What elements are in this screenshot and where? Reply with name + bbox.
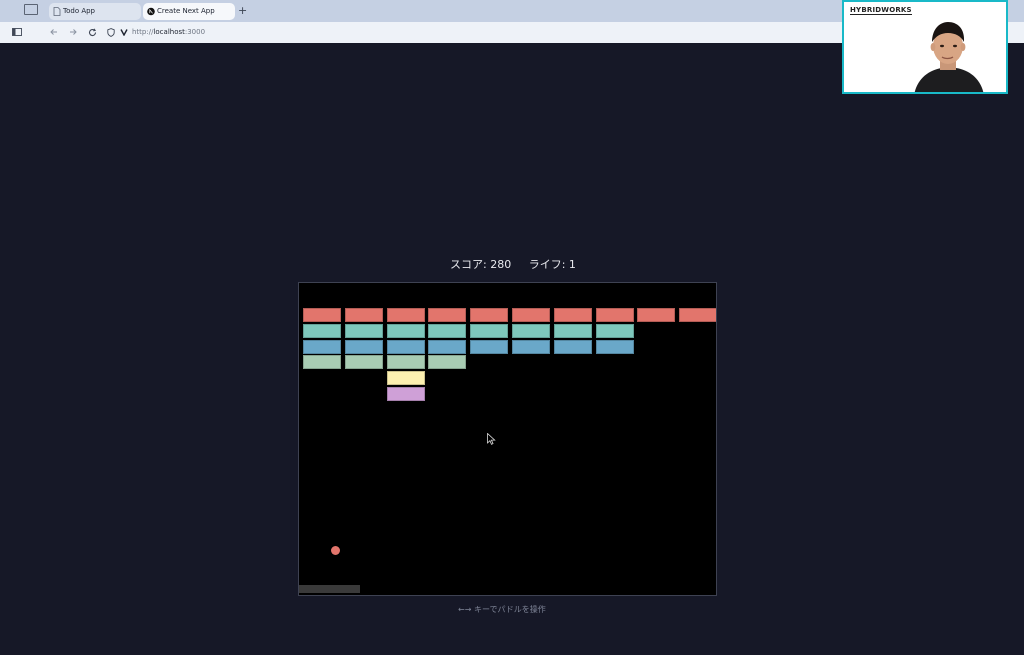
- brick: [344, 308, 383, 322]
- address-bar[interactable]: http://localhost:3000: [132, 26, 205, 38]
- url-host: localhost: [153, 28, 185, 36]
- tab-label: Todo App: [63, 7, 95, 15]
- url-port: :3000: [184, 28, 206, 36]
- webcam-overlay: HYBRIDWORKS: [842, 0, 1008, 94]
- brick: [303, 355, 341, 370]
- brick: [595, 323, 634, 338]
- tab-create-next-app[interactable]: Create Next App: [143, 3, 235, 20]
- vivaldi-icon: [120, 29, 128, 36]
- brick: [553, 308, 592, 322]
- brick: [595, 339, 634, 354]
- game-canvas[interactable]: [298, 282, 717, 596]
- brick: [595, 308, 634, 322]
- controls-hint: ←→ キーでパドルを操作: [458, 605, 546, 614]
- forward-arrow-icon[interactable]: [69, 28, 77, 36]
- reload-icon[interactable]: [88, 28, 97, 37]
- lives-text: ライフ: 1: [528, 258, 576, 271]
- tab-label: Create Next App: [157, 7, 215, 15]
- brick: [637, 308, 676, 322]
- brick: [428, 339, 467, 354]
- brick: [303, 339, 341, 354]
- url-prefix: http://: [132, 28, 154, 36]
- window-icon[interactable]: [24, 4, 38, 15]
- shield-icon[interactable]: [107, 28, 115, 37]
- hybridworks-logo: HYBRIDWORKS: [850, 6, 912, 15]
- ball: [331, 546, 340, 555]
- brick: [470, 323, 509, 338]
- back-arrow-icon[interactable]: [50, 28, 58, 36]
- nextjs-icon: [147, 7, 155, 16]
- brick: [512, 323, 550, 338]
- brick: [470, 308, 509, 322]
- paddle: [299, 585, 360, 593]
- brick: [303, 323, 341, 338]
- brick: [553, 339, 592, 354]
- brick: [679, 308, 716, 322]
- logo-underline: [850, 14, 912, 15]
- brick: [428, 323, 467, 338]
- logo-text: HYBRIDWORKS: [850, 6, 912, 14]
- game-status: スコア: 280 ライフ: 1: [450, 258, 590, 272]
- brick: [553, 323, 592, 338]
- brick: [428, 308, 467, 322]
- brick: [386, 371, 425, 386]
- tab-todo-app[interactable]: Todo App: [49, 3, 141, 20]
- brick: [386, 323, 425, 338]
- new-tab-button[interactable]: +: [238, 4, 247, 17]
- brick: [386, 387, 425, 401]
- document-icon: [53, 7, 61, 16]
- score-text: スコア: 280: [450, 258, 512, 271]
- brick: [344, 323, 383, 338]
- brick: [512, 308, 550, 322]
- brick: [512, 339, 550, 354]
- brick: [470, 339, 509, 354]
- brick: [386, 355, 425, 370]
- brick: [303, 308, 341, 322]
- brick: [344, 339, 383, 354]
- mouse-cursor-icon: [487, 433, 496, 445]
- brick: [386, 339, 425, 354]
- sidebar-icon[interactable]: [12, 28, 22, 36]
- brick: [344, 355, 383, 370]
- presenter-video: [914, 22, 984, 92]
- brick: [428, 355, 467, 370]
- brick: [386, 308, 425, 322]
